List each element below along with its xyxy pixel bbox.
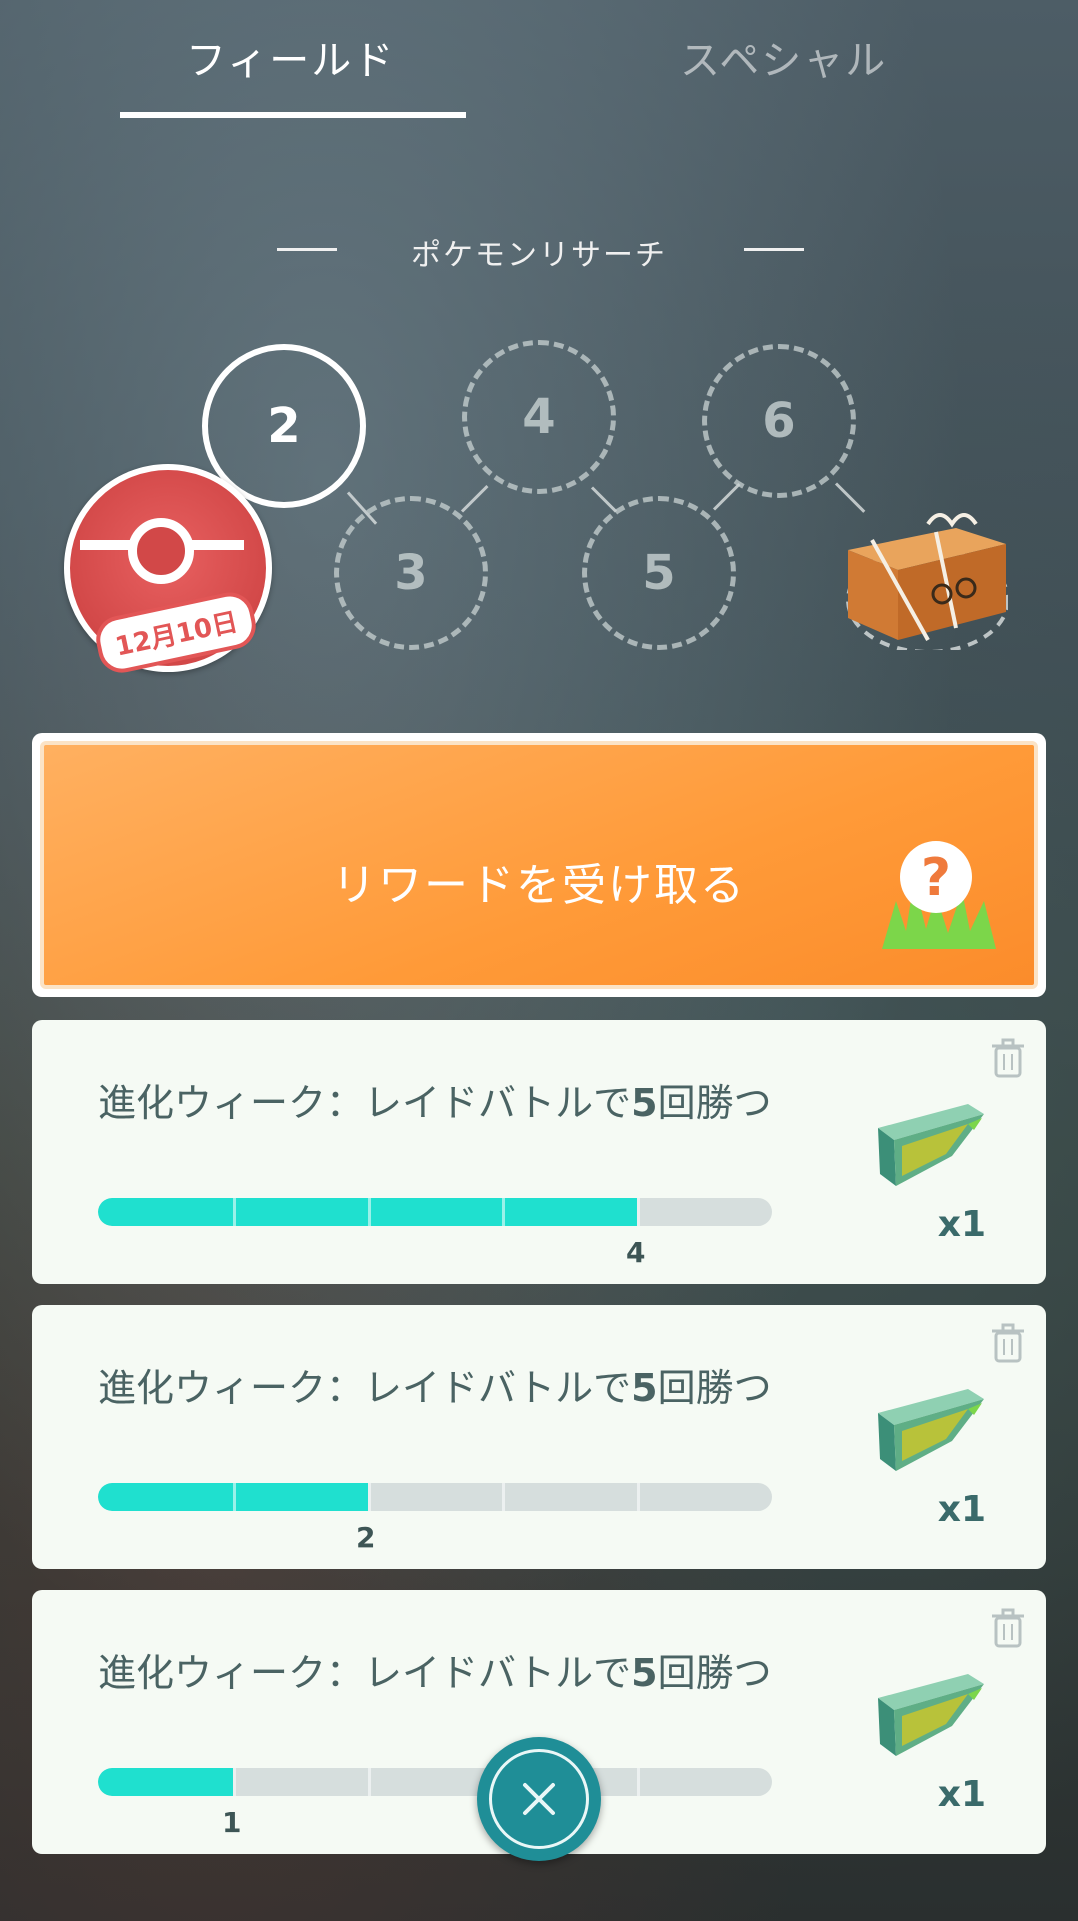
research-task-card[interactable]: 進化ウィーク：レイドバトルで5回勝つ 2 x1: [32, 1305, 1046, 1569]
task-title: 進化ウィーク：レイドバトルで5回勝つ: [98, 1366, 772, 1410]
tab-field[interactable]: フィールド: [186, 28, 395, 86]
tab-special[interactable]: スペシャル: [680, 28, 887, 86]
task-progress-count: 2: [356, 1521, 376, 1554]
task-progress-count: 4: [626, 1236, 646, 1269]
tab-bar: フィールド スペシャル: [0, 0, 1078, 120]
progress-segment: [232, 1768, 236, 1796]
stage-connector: [590, 486, 618, 513]
stage-connector: [712, 482, 741, 511]
reward-quantity: x1: [937, 1489, 986, 1530]
task-title: 進化ウィーク：レイドバトルで5回勝つ: [98, 1651, 772, 1695]
progress-segment: [637, 1483, 641, 1511]
progress-segment: [502, 1198, 506, 1226]
task-progress-count: 1: [222, 1806, 242, 1839]
close-button[interactable]: [477, 1737, 601, 1861]
reward-quantity: x1: [937, 1774, 986, 1815]
progress-segment: [637, 1768, 641, 1796]
progress-segment: [232, 1483, 236, 1511]
task-progress-fill: [98, 1768, 233, 1796]
progress-segment: [367, 1768, 371, 1796]
premium-raid-pass-icon: [878, 1389, 984, 1471]
stage-6: 6: [702, 344, 856, 498]
svg-text:?: ?: [921, 848, 951, 908]
task-progress-bar: [98, 1483, 772, 1511]
progress-segment: [502, 1483, 506, 1511]
stage-connector: [460, 484, 489, 513]
claim-reward-button[interactable]: リワードを受け取る ?: [32, 733, 1046, 997]
premium-raid-pass-icon: [878, 1104, 984, 1186]
trash-icon[interactable]: [992, 1608, 1024, 1648]
active-tab-indicator: [120, 112, 466, 118]
pokeball-center: [128, 518, 194, 584]
task-title: 進化ウィーク：レイドバトルで5回勝つ: [98, 1081, 772, 1125]
research-task-card[interactable]: 進化ウィーク：レイドバトルで5回勝つ 4 x1: [32, 1020, 1046, 1284]
mystery-question-icon: ?: [882, 841, 996, 949]
title-divider-right: [744, 248, 804, 251]
premium-raid-pass-icon: [878, 1674, 984, 1756]
stage-4: 4: [462, 340, 616, 494]
reward-quantity: x1: [937, 1204, 986, 1245]
progress-segment: [637, 1198, 641, 1226]
research-reward-box-icon: [846, 513, 1008, 650]
claim-reward-surface: リワードを受け取る ?: [40, 741, 1038, 989]
progress-segment: [232, 1198, 236, 1226]
research-title: ポケモンリサーチ: [411, 238, 667, 273]
trash-icon[interactable]: [992, 1323, 1024, 1363]
progress-segment: [367, 1198, 371, 1226]
task-progress-bar: [98, 1768, 772, 1796]
stage-5: 5: [582, 496, 736, 650]
progress-segment: [367, 1483, 371, 1511]
task-progress-bar: [98, 1198, 772, 1226]
trash-icon[interactable]: [992, 1038, 1024, 1078]
close-icon: [523, 1783, 555, 1815]
stage-3: 3: [334, 496, 488, 650]
